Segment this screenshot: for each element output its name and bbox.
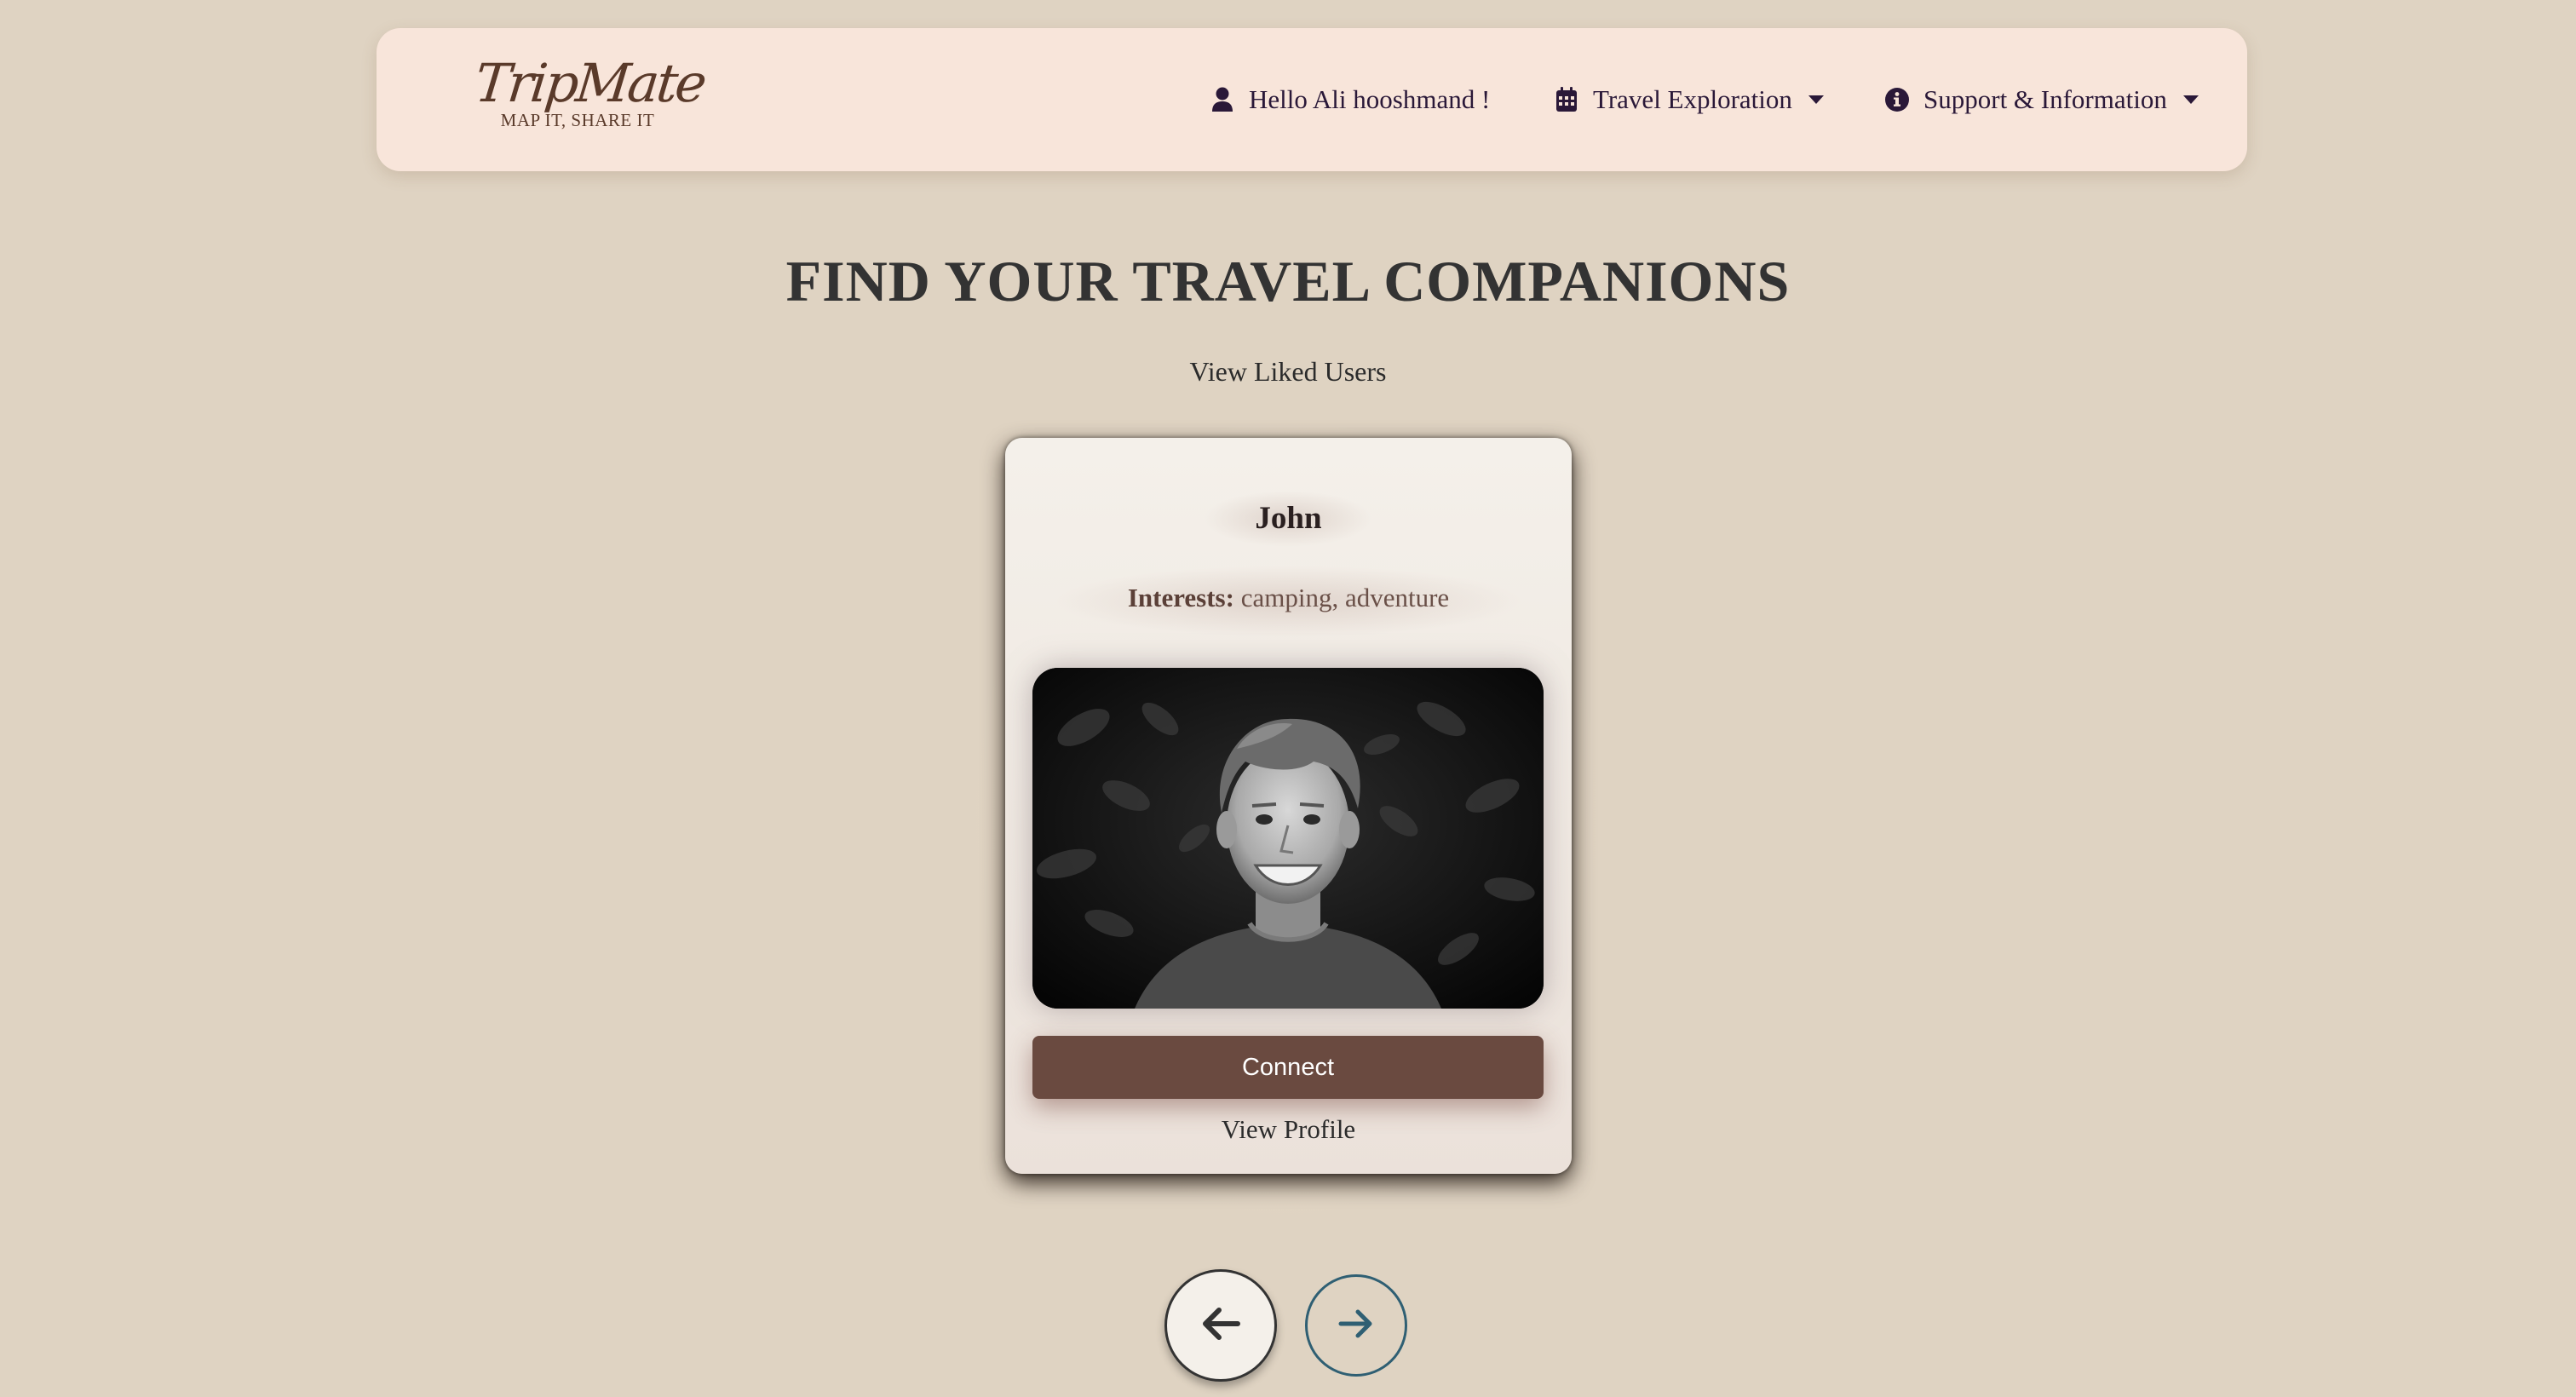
support-information-menu[interactable]: Support & Information xyxy=(1884,78,2199,122)
companion-interests: Interests: camping, adventure xyxy=(1005,579,1572,617)
travel-exploration-menu[interactable]: Travel Exploration xyxy=(1554,78,1825,122)
previous-button[interactable] xyxy=(1164,1269,1277,1382)
info-icon xyxy=(1884,85,1910,114)
arrow-left-icon xyxy=(1200,1307,1241,1345)
companion-card: John Interests: camping, adventure Conne… xyxy=(1005,438,1572,1174)
companion-name: John xyxy=(1255,501,1322,536)
connect-button[interactable]: Connect xyxy=(1032,1036,1544,1099)
user-icon xyxy=(1210,85,1235,114)
user-greeting-label: Hello Ali hooshmand ! xyxy=(1249,84,1491,114)
view-liked-users-link[interactable]: View Liked Users xyxy=(0,353,2576,390)
companion-photo xyxy=(1032,668,1544,1009)
tripmate-logo[interactable]: TripMate MAP IT, SHARE IT xyxy=(472,47,707,130)
logo-wordmark: TripMate xyxy=(472,52,708,114)
portrait-image xyxy=(1032,668,1544,1009)
caret-down-icon xyxy=(1808,94,1825,106)
support-information-label: Support & Information xyxy=(1923,84,2167,114)
calendar-icon xyxy=(1554,85,1579,114)
caret-down-icon xyxy=(2182,94,2199,106)
arrow-right-icon xyxy=(1337,1308,1375,1344)
top-navbar: TripMate MAP IT, SHARE IT Hello Ali hoos… xyxy=(377,28,2247,171)
page-title: FIND YOUR TRAVEL COMPANIONS xyxy=(785,249,1791,313)
interests-value: camping, adventure xyxy=(1233,583,1450,612)
travel-exploration-label: Travel Exploration xyxy=(1593,84,1792,114)
user-greeting-link[interactable]: Hello Ali hooshmand ! xyxy=(1210,78,1490,122)
interests-label: Interests: xyxy=(1127,583,1234,612)
next-button[interactable] xyxy=(1305,1274,1407,1377)
view-profile-link[interactable]: View Profile xyxy=(1005,1111,1572,1148)
